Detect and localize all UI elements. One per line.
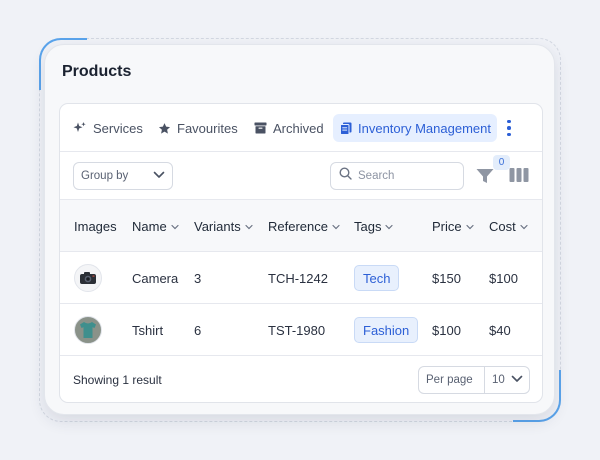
price-cell: $100: [432, 322, 461, 338]
filter-count-badge: 0: [493, 155, 510, 170]
column-header-label: Price: [432, 218, 462, 234]
tab-inventory-management[interactable]: Inventory Management: [333, 114, 497, 142]
chevron-down-icon: [332, 219, 340, 234]
products-panel: Services Favourites Archived Inventory M…: [59, 103, 543, 403]
tag-badge[interactable]: Fashion: [354, 317, 419, 343]
documents-icon: [340, 122, 352, 135]
per-page-control: Per page 10: [418, 366, 530, 394]
more-options-dot: [507, 119, 511, 124]
group-by-select[interactable]: Group by: [73, 162, 173, 190]
group-by-label: Group by: [81, 170, 129, 182]
chevron-down-icon: [153, 170, 165, 182]
search-box: [330, 162, 464, 190]
column-header-variants[interactable]: Variants: [194, 200, 253, 252]
name-cell: Tshirt: [132, 322, 164, 338]
camera-thumbnail: [74, 264, 102, 292]
per-page-select[interactable]: 10: [485, 374, 529, 386]
filter-icon: [475, 169, 495, 190]
tab-label: Archived: [273, 120, 324, 136]
image-cell: [74, 252, 102, 304]
tab-label: Favourites: [177, 120, 238, 136]
chevron-down-icon: [245, 219, 253, 234]
chevron-down-icon: [511, 374, 523, 386]
more-options-button[interactable]: [500, 119, 518, 137]
result-count-text: Showing 1 result: [73, 373, 162, 387]
table-row[interactable]: Camera 3 TCH-1242 Tech $150 $100: [60, 252, 542, 304]
reference-cell: TST-1980: [268, 322, 326, 338]
tab-archived[interactable]: Archived: [248, 114, 330, 142]
page-title: Products: [62, 63, 132, 80]
tags-cell: Tech: [354, 252, 400, 304]
cost-cell: $40: [489, 322, 511, 338]
tag-badge[interactable]: Tech: [354, 265, 400, 291]
column-header-cost[interactable]: Cost: [489, 200, 528, 252]
reference-cell: TCH-1242: [268, 270, 328, 286]
column-header-tags[interactable]: Tags: [354, 200, 394, 252]
tab-label: Inventory Management: [358, 120, 491, 136]
columns-button[interactable]: [509, 167, 529, 185]
chevron-down-icon: [466, 219, 474, 234]
search-input[interactable]: [358, 170, 448, 182]
filter-button[interactable]: [475, 166, 497, 188]
per-page-value: 10: [492, 374, 505, 386]
variants-cell: 6: [194, 322, 202, 338]
table-footer: Showing 1 result Per page 10: [60, 356, 542, 402]
sparkle-icon: [73, 121, 87, 135]
chevron-down-icon: [520, 219, 528, 234]
toolbar: Group by 0: [60, 152, 542, 200]
cost-cell: $100: [489, 270, 518, 286]
search-icon: [339, 167, 352, 185]
tshirt-thumbnail: [74, 316, 102, 344]
image-cell: [74, 304, 102, 356]
more-options-dot: [507, 132, 511, 137]
column-header-label: Reference: [268, 218, 328, 234]
table-row[interactable]: Tshirt 6 TST-1980 Fashion $100 $40: [60, 304, 542, 356]
column-header-label: Cost: [489, 218, 516, 234]
tab-label: Services: [93, 120, 143, 136]
star-icon: [158, 122, 171, 135]
columns-icon: [509, 168, 529, 187]
chevron-down-icon: [385, 219, 394, 234]
price-cell: $150: [432, 270, 461, 286]
variants-cell: 3: [194, 270, 202, 286]
column-header-label: Name: [132, 218, 167, 234]
column-header-reference[interactable]: Reference: [268, 200, 340, 252]
column-header-price[interactable]: Price: [432, 200, 474, 252]
tags-cell: Fashion: [354, 304, 419, 356]
tab-bar: Services Favourites Archived Inventory M…: [60, 104, 542, 152]
more-options-dot: [507, 126, 511, 130]
per-page-label: Per page: [419, 367, 485, 393]
table-header: Images Name Variants Reference Tags Pric…: [60, 200, 542, 252]
products-card: Products Services Favourites Archived In…: [44, 44, 555, 415]
column-header-images: Images: [74, 200, 117, 252]
name-cell: Camera: [132, 270, 179, 286]
tab-services[interactable]: Services: [67, 114, 149, 142]
archive-icon: [254, 122, 267, 134]
chevron-down-icon: [171, 219, 179, 234]
column-header-label: Tags: [354, 218, 382, 234]
column-header-label: Images: [74, 218, 117, 234]
tab-favourites[interactable]: Favourites: [152, 114, 244, 142]
column-header-name[interactable]: Name: [132, 200, 179, 252]
column-header-label: Variants: [194, 218, 241, 234]
